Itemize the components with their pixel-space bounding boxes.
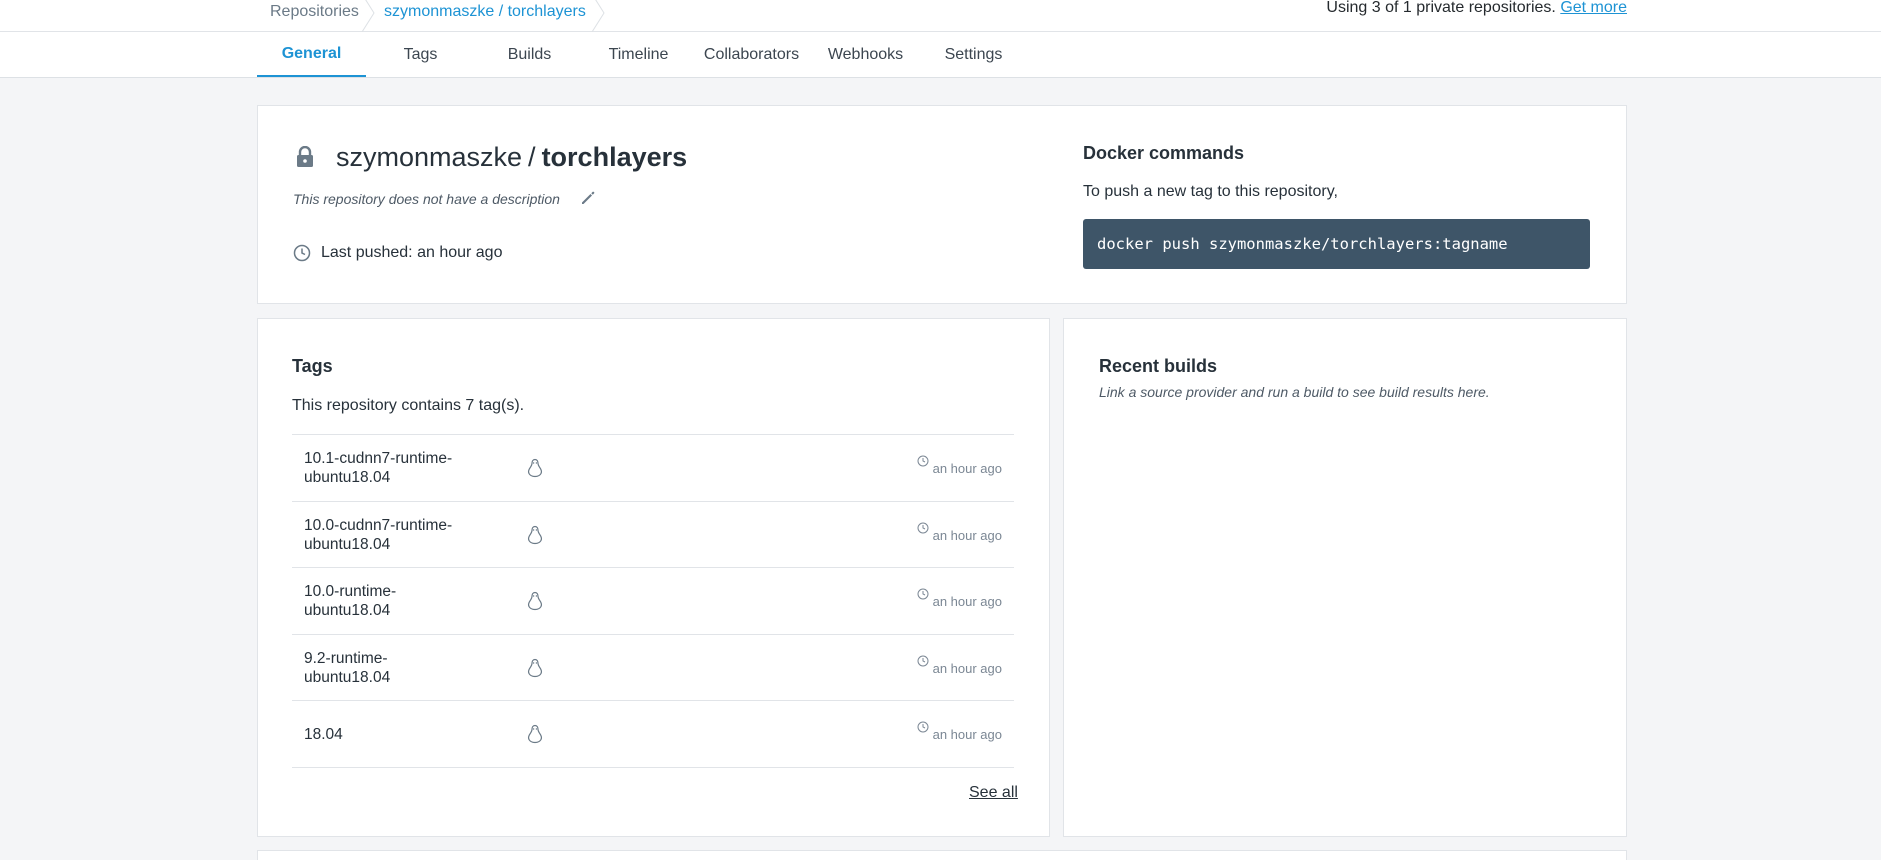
clock-icon <box>917 588 929 600</box>
tab-timeline[interactable]: Timeline <box>584 32 693 77</box>
tag-name-line: ubuntu18.04 <box>304 469 391 486</box>
tag-name-line: 18.04 <box>304 725 343 743</box>
tag-time-text: an hour ago <box>932 527 1002 543</box>
tags-count: This repository contains 7 tag(s). <box>292 397 525 414</box>
docker-push-command[interactable]: docker push szymonmaszke/torchlayers:tag… <box>1083 219 1590 269</box>
pencil-icon[interactable] <box>580 190 596 206</box>
repo-separator: / <box>528 142 536 172</box>
tag-name-line: 9.2-runtime- <box>304 650 388 667</box>
clock-icon <box>917 522 929 534</box>
table-row[interactable]: 10.0-cudnn7-runtime-ubuntu18.04 an hour … <box>292 501 1014 568</box>
tag-name-line: 10.0-cudnn7-runtime- <box>304 517 453 534</box>
tab-general[interactable]: General <box>257 32 366 77</box>
tag-name-line: ubuntu18.04 <box>304 669 391 686</box>
tag-name-line: 10.1-cudnn7-runtime- <box>304 450 453 467</box>
docker-commands-text: To push a new tag to this repository, <box>1083 183 1338 200</box>
private-repos-usage: Using 3 of 1 private repositories. Get m… <box>1326 0 1627 16</box>
tab-settings[interactable]: Settings <box>919 32 1028 77</box>
repo-namespace: szymonmaszke <box>336 142 523 172</box>
linux-icon <box>527 591 543 611</box>
usage-text: Using 3 of 1 private repositories. <box>1326 0 1556 16</box>
table-row[interactable]: 10.1-cudnn7-runtime-ubuntu18.04 an hour … <box>292 434 1014 501</box>
tab-webhooks[interactable]: Webhooks <box>811 32 920 77</box>
tag-name-line: ubuntu18.04 <box>304 536 391 553</box>
clock-icon <box>917 721 929 733</box>
tab-builds[interactable]: Builds <box>475 32 584 77</box>
lock-icon <box>297 146 313 167</box>
recent-builds-text: Link a source provider and run a build t… <box>1099 384 1490 400</box>
clock-icon <box>293 244 311 262</box>
recent-builds-heading: Recent builds <box>1099 356 1218 376</box>
tag-name-line: 10.0-runtime- <box>304 583 397 600</box>
tag-pushed-time: an hour ago <box>917 568 1002 634</box>
last-pushed: Last pushed: an hour ago <box>321 244 503 261</box>
docker-commands-heading: Docker commands <box>1083 143 1245 163</box>
divider <box>292 767 1014 768</box>
tag-time-text: an hour ago <box>932 593 1002 609</box>
tags-heading: Tags <box>292 356 333 376</box>
page-title: szymonmaszke / torchlayers <box>336 140 687 174</box>
tag-name: 18.04 <box>304 701 464 767</box>
get-more-link[interactable]: Get more <box>1560 0 1627 16</box>
next-card <box>257 850 1627 860</box>
repo-description: This repository does not have a descript… <box>293 191 560 207</box>
linux-icon <box>527 458 543 478</box>
tag-name-line: ubuntu18.04 <box>304 602 391 619</box>
table-row[interactable]: 18.04 an hour ago <box>292 700 1014 767</box>
linux-icon <box>527 525 543 545</box>
tag-name: 9.2-runtime-ubuntu18.04 <box>304 635 464 701</box>
tag-name: 10.0-cudnn7-runtime-ubuntu18.04 <box>304 502 464 568</box>
breadcrumb-repositories[interactable]: Repositories <box>270 0 359 32</box>
repo-name: torchlayers <box>541 142 688 172</box>
tab-collaborators[interactable]: Collaborators <box>697 32 806 77</box>
breadcrumb-separator-icon <box>591 0 605 32</box>
linux-icon <box>527 658 543 678</box>
breadcrumb-current[interactable]: szymonmaszke / torchlayers <box>384 0 586 32</box>
repo-tab-bar: General Tags Builds Timeline Collaborato… <box>0 32 1881 78</box>
table-row[interactable]: 10.0-runtime-ubuntu18.04 an hour ago <box>292 567 1014 634</box>
tab-tags[interactable]: Tags <box>366 32 475 77</box>
linux-icon <box>527 724 543 744</box>
clock-icon <box>917 455 929 467</box>
breadcrumb-separator-icon <box>361 0 375 32</box>
tag-pushed-time: an hour ago <box>917 701 1002 767</box>
tag-name: 10.1-cudnn7-runtime-ubuntu18.04 <box>304 435 464 501</box>
tag-time-text: an hour ago <box>932 660 1002 676</box>
tag-pushed-time: an hour ago <box>917 635 1002 701</box>
tag-time-text: an hour ago <box>932 726 1002 742</box>
tag-time-text: an hour ago <box>932 460 1002 476</box>
tag-name: 10.0-runtime-ubuntu18.04 <box>304 568 464 634</box>
see-all-tags-link[interactable]: See all <box>969 784 1018 802</box>
clock-icon <box>917 655 929 667</box>
tag-pushed-time: an hour ago <box>917 435 1002 501</box>
top-bar: Repositories szymonmaszke / torchlayers … <box>0 0 1881 32</box>
tag-pushed-time: an hour ago <box>917 502 1002 568</box>
table-row[interactable]: 9.2-runtime-ubuntu18.04 an hour ago <box>292 634 1014 701</box>
